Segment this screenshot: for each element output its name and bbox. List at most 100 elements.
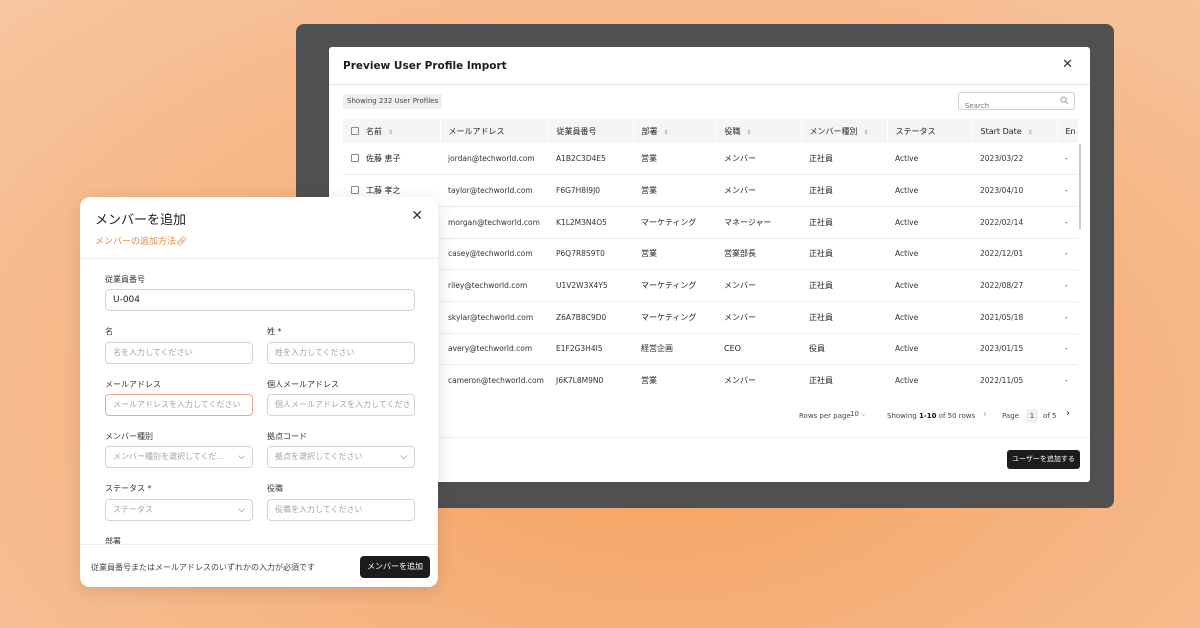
- cell-email: casey@techworld.com: [440, 238, 548, 271]
- select-all-checkbox[interactable]: [351, 126, 359, 135]
- cell-status: Active: [887, 206, 972, 239]
- cell-status: Active: [887, 364, 972, 396]
- last-name-input[interactable]: 姓を入力してください: [267, 342, 415, 364]
- cell-start: 2022/02/14: [972, 206, 1057, 239]
- row-checkbox[interactable]: [351, 186, 359, 195]
- col-start-date[interactable]: Start Date ⇕: [972, 119, 1058, 143]
- table-row[interactable]: skylar@techworld.com Z6A7B8C9D0 マーケティング メンバ…: [343, 301, 1078, 334]
- cell-email: riley@techworld.com: [440, 269, 548, 302]
- cell-start: 2022/11/05: [972, 364, 1057, 396]
- profile-count-badge: Showing 232 User Profiles: [343, 94, 443, 109]
- cell-status: Active: [887, 301, 972, 334]
- cell-end: -: [1057, 301, 1078, 334]
- chevron-down-icon: ⌵: [238, 452, 245, 462]
- cell-dept: マーケティング: [633, 206, 716, 239]
- sort-icon[interactable]: ⇕: [388, 129, 393, 136]
- cell-type: 正社員: [801, 301, 887, 334]
- table-row[interactable]: casey@techworld.com P6Q7R8S9T0 営業 営業部長 正社員 Ac…: [343, 238, 1078, 271]
- sort-icon[interactable]: ⇕: [664, 129, 669, 136]
- cell-title: メンバー: [716, 301, 801, 334]
- cell-type: 役員: [801, 333, 887, 366]
- location-code-select[interactable]: 拠点を選択してください ⌵: [267, 446, 415, 468]
- cell-dept: 営業: [633, 143, 716, 176]
- cell-start: 2022/12/01: [972, 238, 1057, 271]
- first-name-input[interactable]: 名を入力してください: [105, 342, 253, 364]
- col-title[interactable]: 役職 ⇕: [716, 119, 802, 143]
- col-department[interactable]: 部署 ⇕: [633, 119, 717, 143]
- cell-start: 2023/03/22: [972, 143, 1057, 176]
- cell-dept: 経営企画: [633, 333, 716, 366]
- cell-end: -: [1057, 364, 1078, 396]
- help-link[interactable]: メンバーの追加方法🔗︎: [95, 234, 187, 247]
- add-member-button[interactable]: メンバーを追加: [360, 556, 430, 578]
- employee-no-label: 従業員番号: [105, 275, 145, 284]
- table-row[interactable]: 佐藤 恵子 jordan@techworld.com A1B2C3D4E5 営業 メンバ…: [343, 143, 1078, 176]
- import-preview-panel: Preview User Profile Import ✕ Showing 23…: [329, 47, 1090, 482]
- cell-end: -: [1057, 174, 1078, 207]
- cell-emp_no: J6K7L8M9N0: [548, 364, 633, 396]
- cell-end: -: [1057, 238, 1078, 271]
- cell-dept: マーケティング: [633, 269, 716, 302]
- prev-page-icon[interactable]: ‹: [983, 409, 987, 420]
- cell-emp_no: P6Q7R8S9T0: [548, 238, 633, 271]
- chevron-down-icon: ⌵: [238, 505, 245, 515]
- page-number-input[interactable]: 1: [1026, 409, 1038, 423]
- table-row[interactable]: morgan@techworld.com K1L2M3N4O5 マーケティング マネー…: [343, 206, 1078, 239]
- col-name[interactable]: 名前 ⇕: [343, 119, 441, 143]
- cell-emp_no: U1V2W3X4Y5: [548, 269, 633, 302]
- sort-icon[interactable]: ⇕: [864, 129, 869, 136]
- cell-email: morgan@techworld.com: [440, 206, 548, 239]
- status-select[interactable]: ステータス ⌵: [105, 499, 253, 521]
- rows-per-page-label: Rows per page: [799, 412, 851, 420]
- cell-end: -: [1057, 269, 1078, 302]
- rows-per-page-select[interactable]: 10 ⌵: [850, 410, 876, 424]
- sort-icon[interactable]: ⇕: [1028, 129, 1033, 136]
- table-scrollbar[interactable]: [1079, 144, 1081, 230]
- table-row[interactable]: cameron@techworld.com J6K7L8M9N0 営業 メンバー 正社員…: [343, 364, 1078, 396]
- cell-start: 2022/08/27: [972, 269, 1057, 302]
- cell-email: taylor@techworld.com: [440, 174, 548, 207]
- table-row[interactable]: avery@techworld.com E1F2G3H4I5 経営企画 CEO 役員 Ac…: [343, 333, 1078, 366]
- divider: [329, 437, 1090, 438]
- chevron-down-icon: ⌵: [861, 411, 866, 418]
- cell-type: 正社員: [801, 174, 887, 207]
- cell-emp_no: K1L2M3N4O5: [548, 206, 633, 239]
- add-member-modal: メンバーを追加 ✕ メンバーの追加方法🔗︎ 従業員番号 U-004 名 名を入力…: [80, 197, 438, 587]
- member-type-select[interactable]: メンバー種別を選択してくだ... ⌵: [105, 446, 253, 468]
- employee-no-input[interactable]: U-004: [105, 289, 415, 311]
- cell-title: メンバー: [716, 174, 801, 207]
- position-input[interactable]: 役職を入力してください: [267, 499, 415, 521]
- add-user-button[interactable]: ユーザーを追加する: [1007, 450, 1080, 469]
- col-status: ステータス: [887, 119, 973, 143]
- modal-title: メンバーを追加: [95, 213, 187, 228]
- showing-rows-text: Showing 1-10 of 50 rows: [887, 412, 976, 420]
- table-row[interactable]: riley@techworld.com U1V2W3X4Y5 マーケティング メンバー…: [343, 269, 1078, 302]
- cell-status: Active: [887, 143, 972, 176]
- next-page-icon[interactable]: ›: [1066, 408, 1070, 419]
- profiles-table: 名前 ⇕ メールアドレス 従業員番号 部署 ⇕ 役職 ⇕ メンバー種別 ⇕ ステータス …: [343, 119, 1078, 396]
- search-input[interactable]: [959, 98, 1054, 114]
- link-icon: 🔗︎: [176, 237, 188, 247]
- table-row[interactable]: 工藤 孝之 taylor@techworld.com F6G7H8I9J0 営業 メンバ…: [343, 174, 1078, 207]
- email-label: メールアドレス: [105, 380, 161, 389]
- cell-status: Active: [887, 269, 972, 302]
- row-checkbox[interactable]: [351, 154, 359, 163]
- sort-icon[interactable]: ⇕: [747, 129, 752, 136]
- divider: [80, 258, 438, 259]
- search-box[interactable]: [958, 92, 1075, 114]
- col-member-type[interactable]: メンバー種別 ⇕: [801, 119, 888, 143]
- member-type-label: メンバー種別: [105, 432, 153, 441]
- personal-email-input[interactable]: 個人メールアドレスを入力してくださ: [267, 394, 415, 416]
- cell-dept: 営業: [633, 174, 716, 207]
- email-input[interactable]: メールアドレスを入力してください: [105, 394, 253, 416]
- position-label: 役職: [267, 484, 283, 493]
- page-label: Page: [1002, 412, 1019, 420]
- cell-email: avery@techworld.com: [440, 333, 548, 366]
- close-icon[interactable]: ✕: [1062, 57, 1073, 72]
- cell-title: 営業部長: [716, 238, 801, 271]
- cell-status: Active: [887, 238, 972, 271]
- panel-title: Preview User Profile Import: [343, 60, 507, 72]
- cell-dept: 営業: [633, 238, 716, 271]
- close-icon[interactable]: ✕: [411, 208, 423, 224]
- cell-status: Active: [887, 174, 972, 207]
